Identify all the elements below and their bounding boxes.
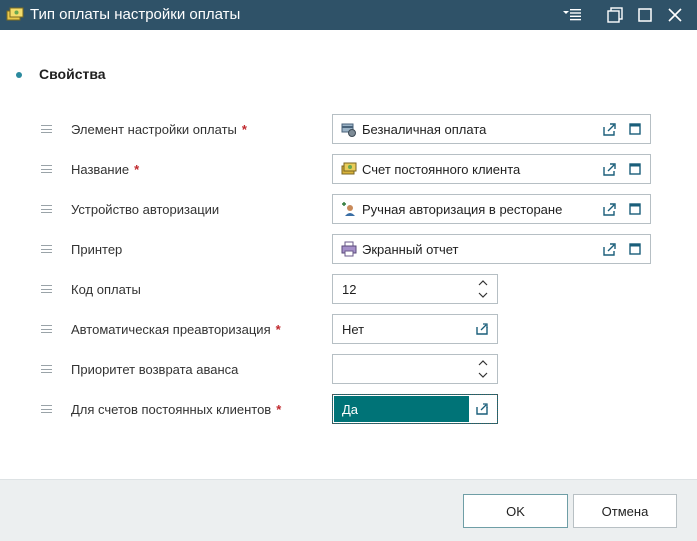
close-icon bbox=[668, 8, 682, 22]
field-label-loyal-accounts: Для счетов постоянных клиентов * bbox=[71, 402, 282, 417]
card-payment-icon bbox=[341, 123, 356, 137]
spin-up-icon[interactable] bbox=[478, 358, 488, 367]
row-drag-handle[interactable] bbox=[41, 125, 52, 133]
spin-down-icon[interactable] bbox=[478, 291, 488, 300]
row-drag-handle[interactable] bbox=[41, 245, 52, 253]
field-value: Да bbox=[342, 402, 359, 417]
row-drag-handle[interactable] bbox=[41, 325, 52, 333]
row-drag-handle[interactable] bbox=[41, 205, 52, 213]
row-drag-handle[interactable] bbox=[41, 165, 52, 173]
loyal-accounts-dropdown[interactable]: Да bbox=[332, 394, 498, 424]
section-bullet bbox=[16, 72, 22, 78]
spin-down-icon[interactable] bbox=[478, 371, 488, 380]
required-marker: * bbox=[275, 322, 281, 337]
maximize-button[interactable] bbox=[633, 4, 657, 26]
section-title: Свойства bbox=[39, 66, 106, 82]
close-button[interactable] bbox=[663, 4, 687, 26]
dialog-footer: OK Отмена bbox=[0, 479, 697, 541]
field-label-auth-device: Устройство авторизации bbox=[71, 202, 220, 217]
printer-field[interactable]: Экранный отчет bbox=[332, 234, 651, 264]
manual-auth-icon bbox=[342, 202, 355, 216]
field-label-printer: Принтер bbox=[71, 242, 123, 257]
window-menu-button[interactable] bbox=[560, 4, 584, 26]
cancel-button[interactable]: Отмена bbox=[573, 494, 677, 528]
open-link-icon[interactable] bbox=[602, 161, 616, 177]
restore-icon bbox=[607, 7, 623, 23]
field-label-payment-code: Код оплаты bbox=[71, 282, 141, 297]
menu-icon bbox=[563, 9, 581, 21]
restore-button[interactable] bbox=[603, 4, 627, 26]
properties-panel: Свойства Элемент настройки оплаты * Безна… bbox=[0, 30, 697, 479]
name-field[interactable]: Счет постоянного клиента bbox=[332, 154, 651, 184]
auth-device-field[interactable]: Ручная авторизация в ресторане bbox=[332, 194, 651, 224]
open-link-icon[interactable] bbox=[602, 201, 616, 217]
field-label-auto-preauth: Автоматическая преавторизация * bbox=[71, 322, 281, 337]
ok-button[interactable]: OK bbox=[463, 494, 568, 528]
auto-preauth-dropdown[interactable]: Нет bbox=[332, 314, 498, 344]
field-label-payment-element: Элемент настройки оплаты * bbox=[71, 122, 247, 137]
field-value: Счет постоянного клиента bbox=[362, 162, 521, 177]
dropdown-icon[interactable] bbox=[476, 403, 488, 415]
open-link-icon[interactable] bbox=[602, 121, 616, 137]
window-title: Тип оплаты настройки оплаты bbox=[30, 6, 241, 23]
open-window-icon[interactable] bbox=[629, 122, 641, 136]
maximize-icon bbox=[638, 8, 652, 22]
required-marker: * bbox=[276, 402, 282, 417]
row-drag-handle[interactable] bbox=[41, 365, 52, 373]
field-label-refund-priority: Приоритет возврата аванса bbox=[71, 362, 239, 377]
payment-element-field[interactable]: Безналичная оплата bbox=[332, 114, 651, 144]
row-drag-handle[interactable] bbox=[41, 405, 52, 413]
open-window-icon[interactable] bbox=[629, 202, 641, 216]
dropdown-icon[interactable] bbox=[476, 323, 488, 335]
open-window-icon[interactable] bbox=[629, 242, 641, 256]
money-icon bbox=[341, 162, 357, 175]
spin-up-icon[interactable] bbox=[478, 278, 488, 287]
open-window-icon[interactable] bbox=[629, 162, 641, 176]
field-value: Экранный отчет bbox=[362, 242, 459, 257]
required-marker: * bbox=[241, 122, 247, 137]
field-value: 12 bbox=[342, 282, 357, 297]
field-value: Ручная авторизация в ресторане bbox=[362, 202, 563, 217]
open-link-icon[interactable] bbox=[602, 241, 616, 257]
payment-code-spinner[interactable]: 12 bbox=[332, 274, 498, 304]
refund-priority-spinner[interactable] bbox=[332, 354, 498, 384]
title-bar: Тип оплаты настройки оплаты bbox=[0, 0, 697, 30]
field-label-name: Название * bbox=[71, 162, 140, 177]
required-marker: * bbox=[134, 162, 140, 177]
field-value: Безналичная оплата bbox=[362, 122, 487, 137]
payment-type-icon bbox=[6, 7, 24, 21]
field-value: Нет bbox=[342, 322, 365, 337]
row-drag-handle[interactable] bbox=[41, 285, 52, 293]
printer-icon bbox=[341, 241, 357, 257]
